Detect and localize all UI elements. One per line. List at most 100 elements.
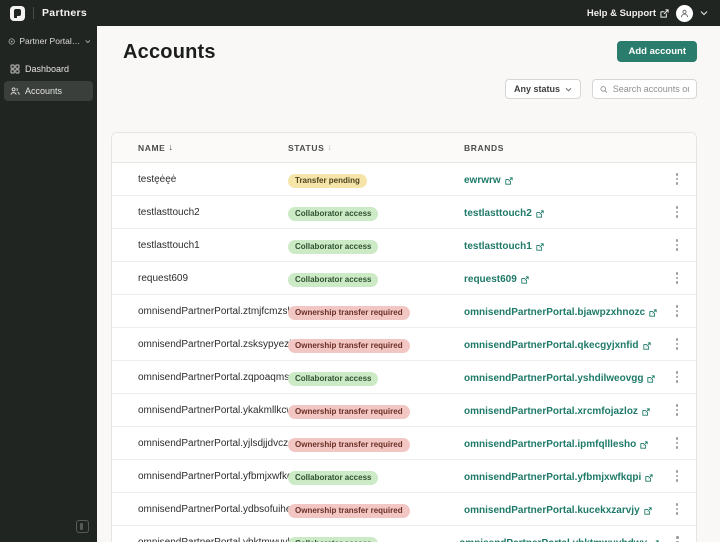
brand-link[interactable]: omnisendPartnerPortal.bjawpzxhnozc: [464, 307, 657, 318]
kebab-icon: [675, 206, 679, 218]
external-link-icon: [505, 176, 513, 185]
kebab-icon: [675, 272, 679, 284]
brand-link[interactable]: request609: [464, 274, 529, 285]
brands-cell: omnisendPartnerPortal.ybktmwuyhdwy: [459, 533, 659, 542]
status-cell: Collaborator access: [288, 203, 464, 221]
table-row: omnisendPartnerPortal.ztmjfcmzsbfa Owner…: [112, 295, 696, 328]
table-row: omnisendPartnerPortal.ybktmwuyhdwy Colla…: [112, 526, 696, 542]
row-menu-button[interactable]: [658, 206, 696, 218]
brand-link[interactable]: omnisendPartnerPortal.kucekxzarvjy: [464, 505, 652, 516]
kebab-icon: [675, 338, 679, 350]
status-badge: Ownership transfer required: [288, 437, 410, 452]
sort-desc-icon[interactable]: ↓: [327, 143, 332, 152]
brand-link[interactable]: omnisendPartnerPortal.ybktmwuyhdwy: [459, 538, 659, 542]
status-cell: Ownership transfer required: [288, 434, 464, 452]
brands-cell: omnisendPartnerPortal.bjawpzxhnozc: [464, 302, 658, 320]
search-input[interactable]: [612, 84, 689, 94]
row-menu-button[interactable]: [659, 536, 696, 542]
row-menu-button[interactable]: [658, 404, 696, 416]
brand-link[interactable]: omnisendPartnerPortal.yshdilweovgg: [464, 373, 656, 384]
brand-divider: [33, 7, 34, 19]
row-menu-button[interactable]: [658, 503, 696, 515]
search-icon: [600, 85, 608, 93]
account-name: request609: [138, 272, 189, 284]
brand-link[interactable]: ewrwrw: [464, 175, 513, 186]
sort-desc-icon[interactable]: ↓: [168, 143, 173, 152]
table-body: testęėęė Transfer pending ewrwrw testlas…: [112, 163, 696, 542]
sidebar-item-label: Dashboard: [25, 64, 70, 74]
kebab-icon: [675, 239, 679, 251]
row-menu-button[interactable]: [658, 173, 696, 185]
account-name: testlasttouch2: [138, 206, 200, 218]
brand-name: Partners: [42, 7, 88, 19]
status-cell: Transfer pending: [288, 170, 464, 188]
kebab-icon: [675, 437, 679, 449]
external-link-icon: [645, 473, 653, 482]
brand-link[interactable]: testlasttouch1: [464, 241, 544, 252]
sidebar-item-accounts[interactable]: Accounts: [4, 81, 93, 101]
help-support-link[interactable]: Help & Support: [587, 8, 669, 19]
account-name: omnisendPartnerPortal.yjlsdjjdvczc: [138, 437, 294, 449]
brand-link[interactable]: testlasttouch2: [464, 208, 544, 219]
external-link-icon: [536, 209, 544, 218]
workspace-switcher[interactable]: Partner Portal test ac...: [0, 26, 97, 55]
status-filter-dropdown[interactable]: Any status: [504, 79, 581, 99]
row-menu-button[interactable]: [658, 371, 696, 383]
add-account-button[interactable]: Add account: [617, 41, 697, 62]
brands-cell: omnisendPartnerPortal.yfbmjxwfkqpi: [464, 467, 658, 485]
filter-bar: Any status: [97, 64, 720, 99]
chevron-down-icon[interactable]: [700, 10, 708, 16]
status-badge: Ownership transfer required: [288, 305, 410, 320]
chevron-down-icon: [565, 87, 572, 91]
status-cell: Ownership transfer required: [288, 335, 464, 353]
status-filter-label: Any status: [513, 84, 560, 94]
brands-cell: ewrwrw: [464, 170, 658, 188]
brand-link[interactable]: omnisendPartnerPortal.ipmfqlllesho: [464, 439, 648, 450]
row-menu-button[interactable]: [658, 437, 696, 449]
status-cell: Ownership transfer required: [288, 401, 464, 419]
brand-area: Partners: [10, 5, 88, 21]
brand-link[interactable]: omnisendPartnerPortal.qkecgyjxnfid: [464, 340, 651, 351]
status-badge: Collaborator access: [288, 470, 379, 485]
column-header-status[interactable]: Status ↓: [288, 143, 464, 153]
kebab-icon: [675, 470, 679, 482]
row-menu-button[interactable]: [658, 305, 696, 317]
external-link-icon: [647, 374, 656, 383]
brands-cell: testlasttouch2: [464, 203, 658, 221]
column-header-name[interactable]: Name ↓: [112, 143, 288, 153]
account-name: omnisendPartnerPortal.zsksypyezjnu: [138, 338, 303, 350]
sidebar-item-dashboard[interactable]: Dashboard: [4, 59, 93, 79]
row-menu-button[interactable]: [658, 239, 696, 251]
column-header-brands: Brands: [464, 142, 504, 153]
brand-link[interactable]: omnisendPartnerPortal.xrcmfojazloz: [464, 406, 650, 417]
status-cell: Collaborator access: [288, 236, 464, 254]
people-icon: [10, 87, 20, 95]
status-cell: Collaborator access: [288, 533, 459, 542]
row-menu-button[interactable]: [658, 272, 696, 284]
table-row: omnisendPartnerPortal.yfbmjxwfkqpi Colla…: [112, 460, 696, 493]
status-badge: Ownership transfer required: [288, 503, 410, 518]
external-link-icon: [536, 242, 544, 251]
search-box[interactable]: [592, 79, 697, 99]
dashboard-grid-icon: [10, 64, 20, 74]
main-content: Accounts Add account Any status Name ↓ S…: [97, 26, 720, 542]
account-name: omnisendPartnerPortal.ykakmllkcwgj: [138, 404, 302, 416]
kebab-icon: [675, 404, 679, 416]
status-cell: Ownership transfer required: [288, 302, 464, 320]
external-link-icon: [642, 341, 651, 350]
kebab-icon: [675, 173, 679, 185]
sidebar-nav: Dashboard Accounts: [0, 55, 97, 105]
brands-cell: omnisendPartnerPortal.yshdilweovgg: [464, 368, 658, 386]
account-name: testęėęė: [138, 173, 177, 185]
external-link-icon: [660, 8, 669, 18]
external-link-icon: [649, 308, 657, 317]
table-header: Name ↓ Status ↓ Brands: [112, 133, 696, 163]
row-menu-button[interactable]: [658, 470, 696, 482]
brand-link[interactable]: omnisendPartnerPortal.yfbmjxwfkqpi: [464, 472, 653, 483]
external-link-icon: [521, 275, 529, 284]
table-row: testęėęė Transfer pending ewrwrw: [112, 163, 696, 196]
person-icon: [680, 9, 689, 17]
row-menu-button[interactable]: [658, 338, 696, 350]
collapse-sidebar-icon[interactable]: [76, 520, 89, 533]
avatar[interactable]: [676, 4, 693, 22]
